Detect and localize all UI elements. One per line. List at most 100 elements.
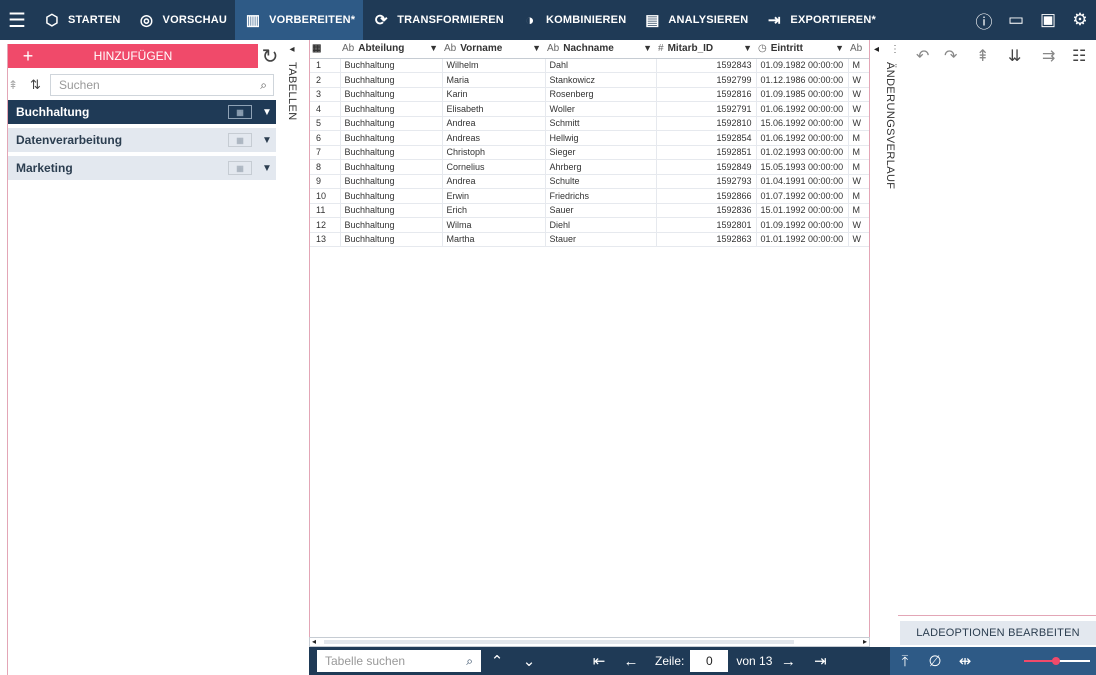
first-page-icon[interactable]: ⇤	[583, 652, 615, 670]
book-icon[interactable]: ▣	[1032, 0, 1064, 40]
table-cell[interactable]: 01.07.1992 00:00:00	[756, 188, 849, 204]
table-cell[interactable]: 01.09.1992 00:00:00	[756, 217, 849, 233]
table-cell[interactable]: Erwin	[442, 188, 546, 204]
table-cell[interactable]: Christoph	[442, 145, 546, 160]
table-cell[interactable]: 01.06.1992 00:00:00	[756, 101, 849, 117]
table-row[interactable]: 11 Buchhaltung Erich Sauer 1592836 15.01.1992…	[310, 203, 869, 218]
chevron-up-icon[interactable]: ⌃	[481, 652, 513, 670]
table-cell[interactable]: Andrea	[442, 174, 546, 189]
column-header[interactable]: Ab Nachname ▼	[545, 40, 656, 59]
table-cell[interactable]: M	[848, 130, 869, 146]
edit-load-options-button[interactable]: LADEOPTIONEN BEARBEITEN	[900, 621, 1096, 645]
tab-analysieren[interactable]: ▤ ANALYSIEREN	[634, 0, 756, 40]
table-cell[interactable]: 15.06.1992 00:00:00	[756, 116, 849, 131]
slider-knob[interactable]	[1052, 657, 1060, 665]
table-cell[interactable]: Stankowicz	[545, 72, 657, 88]
table-cell[interactable]: 1592816	[656, 87, 757, 102]
table-grid-icon[interactable]: ▦	[228, 161, 252, 175]
chevron-down-icon[interactable]: ▼	[429, 43, 438, 53]
tab-starten[interactable]: ⬡ STARTEN	[34, 0, 129, 40]
table-cell[interactable]: 01.09.1982 00:00:00	[756, 58, 849, 73]
table-cell[interactable]: Maria	[442, 72, 546, 88]
table-cell[interactable]: 01.12.1986 00:00:00	[756, 72, 849, 88]
table-cell[interactable]: Rosenberg	[545, 87, 657, 102]
horizontal-scrollbar[interactable]: ◂ ▸	[309, 637, 870, 647]
table-cell[interactable]: Friedrichs	[545, 188, 657, 204]
table-cell[interactable]: Buchhaltung	[340, 232, 443, 247]
tab-transformieren[interactable]: ⟳ TRANSFORMIEREN	[363, 0, 512, 40]
chevron-down-icon[interactable]: ▼	[258, 107, 276, 118]
history-vertical-label[interactable]: ÄNDERUNGSVERLAUF	[884, 62, 896, 189]
group-marketing[interactable]: Marketing ▦ ▼	[8, 156, 276, 180]
table-cell[interactable]: Diehl	[545, 217, 657, 233]
table-cell[interactable]: W	[848, 87, 869, 102]
split-icon[interactable]: ⇉	[1042, 46, 1055, 66]
sort-group-icon[interactable]: ⇞	[8, 78, 30, 92]
collapse-panel-icon[interactable]: ◂	[284, 44, 300, 58]
table-cell[interactable]: Buchhaltung	[340, 145, 443, 160]
table-cell[interactable]: Buchhaltung	[340, 116, 443, 131]
table-cell[interactable]: Buchhaltung	[340, 101, 443, 117]
table-cell[interactable]: 1592799	[656, 72, 757, 88]
table-row[interactable]: 13 Buchhaltung Martha Stauer 1592863 01.01.19…	[310, 232, 869, 247]
chevron-down-icon[interactable]: ▼	[835, 43, 844, 53]
chevron-down-icon[interactable]: ▼	[532, 43, 541, 53]
search-icon[interactable]: ⌕	[260, 78, 267, 93]
search-icon[interactable]: ⌕	[466, 654, 473, 669]
table-cell[interactable]: Buchhaltung	[340, 188, 443, 204]
table-cell[interactable]: Martha	[442, 232, 546, 247]
compress-icon[interactable]: ⇹	[950, 652, 980, 670]
table-cell[interactable]: Stauer	[545, 232, 657, 247]
table-cell[interactable]: 1592849	[656, 159, 757, 175]
table-cell[interactable]: 1592851	[656, 145, 757, 160]
table-row[interactable]: 1 Buchhaltung Wilhelm Dahl 1592843 01.09.1982…	[310, 58, 869, 73]
table-cell[interactable]: Wilma	[442, 217, 546, 233]
undo-icon[interactable]: ↶	[916, 46, 929, 66]
table-cell[interactable]: Woller	[545, 101, 657, 117]
column-header[interactable]: ◷ Eintritt ▼	[756, 40, 848, 59]
table-cell[interactable]: Andrea	[442, 116, 546, 131]
table-cell[interactable]: Buchhaltung	[340, 72, 443, 88]
table-cell[interactable]: Buchhaltung	[340, 174, 443, 189]
table-cell[interactable]: Buchhaltung	[340, 130, 443, 146]
column-header[interactable]: Ab Abteilung ▼	[340, 40, 442, 59]
table-grid-icon[interactable]: ▦	[228, 105, 252, 119]
table-cell[interactable]: 01.01.1992 00:00:00	[756, 232, 849, 247]
table-cell[interactable]: 1592791	[656, 101, 757, 117]
group-datenverarbeitung[interactable]: Datenverarbeitung ▦ ▼	[8, 128, 276, 152]
table-cell[interactable]: M	[848, 58, 869, 73]
sort-group-icon[interactable]: ⇞	[976, 46, 989, 66]
table-cell[interactable]: 1592810	[656, 116, 757, 131]
merge-icon[interactable]: ⇊	[1008, 46, 1021, 66]
table-row[interactable]: 9 Buchhaltung Andrea Schulte 1592793 01.04.19…	[310, 174, 869, 189]
table-cell[interactable]: 15.01.1992 00:00:00	[756, 203, 849, 218]
table-cell[interactable]: M	[848, 188, 869, 204]
fit-height-icon[interactable]: ⤒	[890, 653, 920, 670]
table-row[interactable]: 10 Buchhaltung Erwin Friedrichs 1592866 01.07…	[310, 188, 869, 204]
table-cell[interactable]: Buchhaltung	[340, 87, 443, 102]
column-header[interactable]: Ab Vorname ▼	[442, 40, 545, 59]
table-cell[interactable]: W	[848, 174, 869, 189]
zoom-slider[interactable]	[1024, 657, 1090, 665]
scroll-thumb[interactable]	[324, 640, 794, 644]
table-cell[interactable]: 1592863	[656, 232, 757, 247]
chevron-down-icon[interactable]: ▼	[258, 135, 276, 146]
settings-icon[interactable]: ⚙	[1064, 0, 1096, 40]
sort-icon[interactable]: ⇅	[30, 77, 50, 93]
table-cell[interactable]: Schulte	[545, 174, 657, 189]
chevron-down-icon[interactable]: ▼	[743, 43, 752, 53]
table-cell[interactable]: 15.05.1993 00:00:00	[756, 159, 849, 175]
table-cell[interactable]: W	[848, 116, 869, 131]
collapse-panel-icon[interactable]: ◂	[874, 44, 879, 55]
scroll-left-icon[interactable]: ◂	[312, 637, 316, 646]
filter-settings-icon[interactable]: ☷	[1072, 46, 1086, 66]
table-cell[interactable]: 01.09.1985 00:00:00	[756, 87, 849, 102]
table-cell[interactable]: 1592801	[656, 217, 757, 233]
column-header[interactable]: # Mitarb_ID ▼	[656, 40, 756, 59]
table-search-field[interactable]: Tabelle suchen ⌕	[317, 650, 481, 672]
table-cell[interactable]: W	[848, 101, 869, 117]
table-cell[interactable]: Schmitt	[545, 116, 657, 131]
add-button[interactable]: + HINZUFÜGEN	[8, 44, 258, 68]
table-cell[interactable]: W	[848, 232, 869, 247]
table-cell[interactable]: W	[848, 72, 869, 88]
